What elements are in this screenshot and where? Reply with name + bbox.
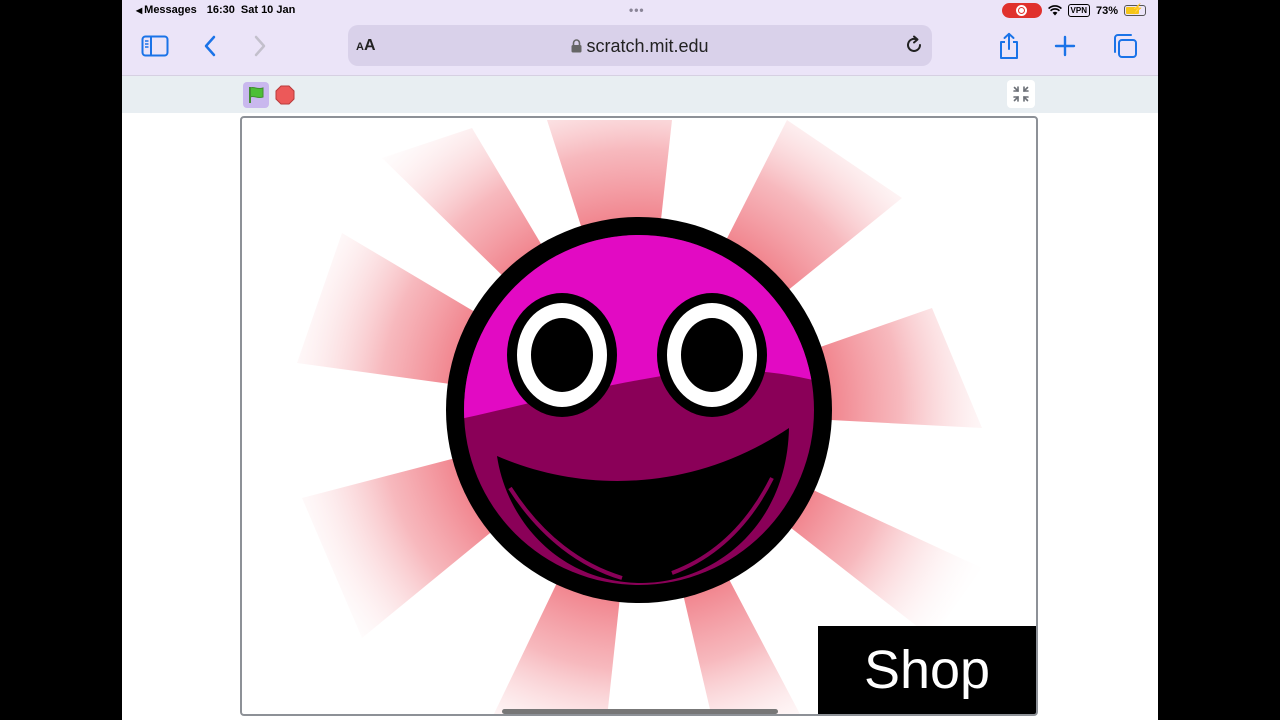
shop-button[interactable]: Shop bbox=[818, 626, 1036, 714]
status-time: 16:30 bbox=[206, 4, 235, 16]
back-icon[interactable] bbox=[195, 32, 225, 60]
sidebar-toggle-icon[interactable] bbox=[140, 32, 170, 60]
stop-button[interactable] bbox=[275, 85, 295, 105]
back-app-label[interactable]: Messages bbox=[144, 4, 197, 16]
green-flag-button[interactable] bbox=[243, 82, 269, 108]
scratch-player-controls bbox=[122, 76, 1158, 113]
url-field[interactable]: scratch.mit.edu bbox=[348, 36, 932, 57]
right-eye bbox=[657, 293, 767, 417]
new-tab-icon[interactable] bbox=[1050, 32, 1080, 60]
url-text: scratch.mit.edu bbox=[586, 36, 709, 56]
wifi-icon bbox=[1047, 5, 1062, 16]
charging-bolt-icon: ⚡ bbox=[1131, 4, 1144, 15]
status-right: VPN 73% ⚡ bbox=[1001, 3, 1146, 18]
status-date: Sat 10 Jan bbox=[240, 4, 296, 16]
status-bar: ◀ Messages 16:30 Sat 10 Jan ••• VPN 73% … bbox=[122, 0, 1158, 22]
scratch-stage[interactable]: Shop bbox=[240, 116, 1038, 716]
left-eye bbox=[507, 293, 617, 417]
status-left: ◀ Messages 16:30 Sat 10 Jan bbox=[136, 4, 295, 16]
battery-percent: 73% bbox=[1095, 4, 1118, 17]
safari-toolbar: ◀ Messages 16:30 Sat 10 Jan ••• VPN 73% … bbox=[122, 0, 1158, 76]
tabs-overview-icon[interactable] bbox=[1110, 32, 1140, 60]
ipad-screen: ◀ Messages 16:30 Sat 10 Jan ••• VPN 73% … bbox=[122, 0, 1158, 720]
back-to-app-icon[interactable]: ◀ bbox=[136, 6, 142, 15]
address-bar[interactable]: AA scratch.mit.edu bbox=[348, 25, 932, 66]
exit-fullscreen-icon bbox=[1013, 86, 1029, 102]
reload-icon[interactable] bbox=[904, 35, 924, 55]
vpn-badge: VPN bbox=[1067, 4, 1090, 17]
home-indicator[interactable] bbox=[502, 709, 778, 714]
green-flag-icon bbox=[249, 86, 264, 103]
forward-icon[interactable] bbox=[245, 32, 275, 60]
exit-fullscreen-button[interactable] bbox=[1007, 80, 1035, 108]
multitasking-dots[interactable]: ••• bbox=[629, 3, 645, 17]
share-icon[interactable] bbox=[994, 32, 1024, 60]
screen-recording-icon[interactable] bbox=[1001, 3, 1042, 18]
stage-canvas[interactable] bbox=[242, 118, 1036, 714]
lock-icon bbox=[571, 39, 582, 53]
battery-icon: ⚡ bbox=[1124, 4, 1146, 16]
